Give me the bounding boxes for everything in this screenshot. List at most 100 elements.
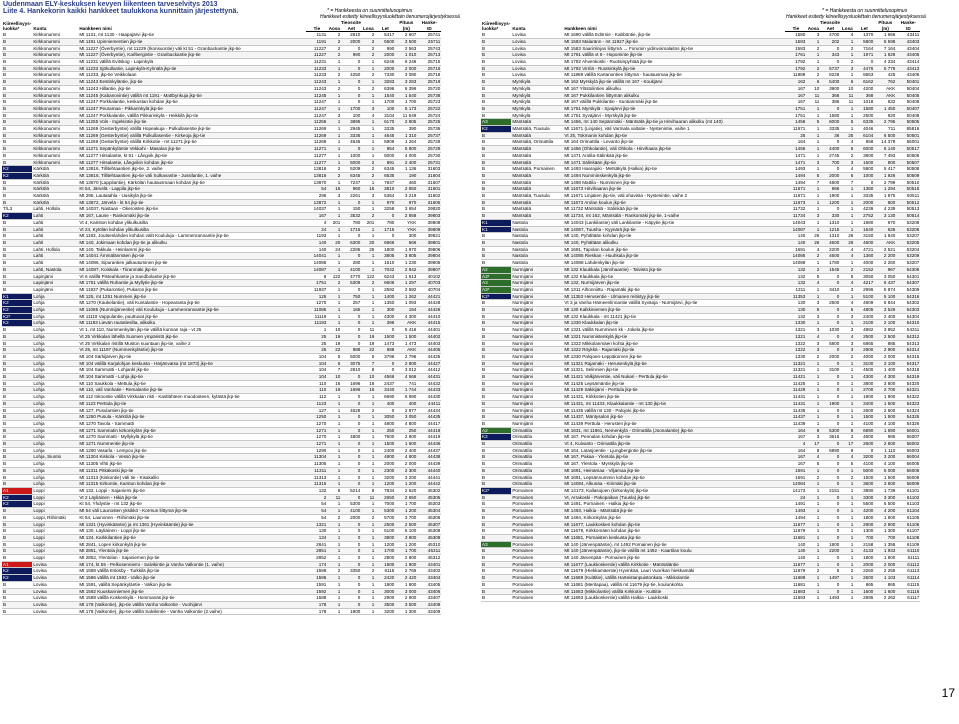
row-let: 3500: [375, 601, 396, 609]
row-class: A2: [481, 266, 512, 274]
row-municipality: Kärkölä: [32, 192, 79, 200]
row-aosa: 1: [806, 125, 821, 133]
row-road: 11243: [306, 78, 328, 86]
row-losa: 1: [361, 480, 376, 488]
table-row: B Myrskylä Mt 1751 Myrskylä - Sjvajärvi jk…: [481, 105, 921, 113]
table-row: A2 Orimattila Mt 1631, mt 11861, Nemenkylä…: [481, 427, 921, 435]
row-length: 1 700: [395, 98, 418, 106]
row-let: 990: [375, 45, 396, 53]
row-aet: 0: [820, 205, 841, 214]
row-losa: 1: [840, 71, 855, 80]
row-let: 4600: [854, 433, 875, 442]
row-road: 1471: [785, 152, 807, 160]
table-row: B Nurmijärvi Mt 11429 Säkkijärvi - Perttul…: [481, 386, 921, 395]
row-aosa: 5: [806, 306, 821, 314]
row-aet: 0: [820, 360, 841, 368]
row-road: 11269: [306, 138, 328, 147]
row-project-id: 25713: [417, 51, 442, 59]
row-project-id: 56007: [896, 433, 921, 442]
row-municipality: Lohja: [32, 293, 79, 301]
row-let: 7330: [375, 71, 396, 80]
row-aosa: 1: [327, 507, 342, 515]
row-aet: 0: [820, 554, 841, 562]
row-aosa: 1: [327, 500, 342, 509]
row-project-id: 61101: [896, 487, 921, 495]
row-aet: 5309: [341, 279, 362, 287]
row-aosa: 1: [327, 92, 342, 100]
row-project-id: 44419: [417, 433, 442, 442]
row-losa: 1: [361, 393, 376, 401]
row-aet: 368: [820, 92, 841, 100]
row-project-id: 54322: [896, 393, 921, 401]
row-road: 11313: [306, 474, 328, 482]
row-project-id: 31605: [417, 199, 442, 207]
row-let: 4239: [854, 205, 875, 214]
row-aosa: 1: [327, 521, 342, 529]
row-class: B: [2, 71, 33, 80]
row-aosa: 2: [806, 71, 821, 80]
row-class: B: [481, 65, 512, 73]
row-project-name: Mt 1322 Röykkä - Rajamäki jkp-tie: [563, 346, 786, 354]
row-let: 1360: [854, 252, 875, 261]
row-road: 1321: [306, 521, 328, 529]
table-row: B Lohja Mt 104 Sammatti - Lohja jkp-tie 104…: [2, 373, 442, 381]
row-losa: 1: [361, 400, 376, 408]
row-aosa: 26: [806, 239, 821, 247]
row-let: 6000: [854, 145, 875, 153]
row-aet: 0: [820, 105, 841, 113]
row-let: 891: [375, 159, 396, 167]
row-aosa: 4: [806, 453, 821, 462]
row-aosa: 1: [806, 514, 821, 522]
row-aet: 1715: [341, 226, 362, 234]
table-row: B Mäntsälä Mt 11732 Mäntsälä - Sälinkää jk…: [481, 205, 921, 214]
row-aet: 0: [820, 293, 841, 301]
row-project-id: 44440: [417, 467, 442, 475]
row-road: 14088: [785, 259, 807, 267]
row-aosa: 1: [806, 185, 821, 194]
row-project-id: 44427: [417, 360, 442, 368]
table-row: B Nastola Mt 14088 Lahdenkylän jkp-tie 1408…: [481, 259, 921, 267]
row-aosa: 1: [806, 293, 821, 301]
table-row: B Kirkkonummi Mt 11247 Peuramaa - Pikkarin…: [2, 105, 442, 113]
row-class: B: [481, 313, 512, 321]
row-road: 11937: [306, 286, 328, 294]
row-length: 5 416: [395, 326, 418, 334]
row-aosa: 3: [806, 31, 821, 39]
row-road: 1: [306, 326, 328, 334]
row-road: 132: [785, 273, 807, 281]
row-municipality: Nurmijärvi: [511, 373, 564, 381]
row-let: 0: [854, 179, 875, 187]
row-class: K2: [2, 165, 33, 173]
row-project-id: 54314: [896, 346, 921, 354]
row-project-id: 44439: [417, 460, 442, 468]
row-project-name: Mt 11277 Hirsalantie, kt 51 - Långvik jk…: [78, 152, 307, 160]
row-aet: 0: [341, 340, 362, 348]
row-aosa: 1: [806, 561, 821, 569]
row-aet: 2810: [341, 31, 362, 39]
row-road: 6: [306, 273, 328, 281]
row-aosa: 1: [327, 527, 342, 535]
row-project-name: Mt 11889 välillä Kartanontien liittymä -…: [563, 71, 786, 80]
row-project-name: Mt 1691, Lepsännummin kohdan jkp-tie: [563, 474, 786, 482]
row-project-name: Mt 110 Saukkola - Mettula jkp-tie: [78, 380, 307, 388]
row-losa: 2: [840, 152, 855, 160]
row-losa: 1: [361, 581, 376, 589]
row-losa: 3: [840, 433, 855, 442]
row-aet: 3615: [820, 433, 841, 442]
row-class: B: [2, 78, 33, 86]
row-municipality: Nastola: [511, 246, 564, 254]
table-row: B Nurmijärvi Mt 1321 välillä Numminen kk -…: [481, 326, 921, 334]
row-aet: 780: [341, 219, 362, 227]
row-project-name: Mt 14087, Koiskala - Tiiranmäki jkp-tie: [78, 266, 307, 274]
row-class: B: [481, 58, 512, 66]
row-losa: 1: [840, 212, 855, 220]
row-project-name: Mt 140, Jokimaan kohdan jkp-tie ja aliku…: [78, 239, 307, 247]
row-road: 11435: [785, 407, 807, 415]
table-row: B Pornainen Mt 11693 (Laukkoskentie) välil…: [481, 594, 921, 602]
row-project-id: 50505: [896, 118, 921, 127]
row-municipality: Myrskylä: [511, 92, 564, 100]
row-length: 1 900: [395, 561, 418, 569]
row-let: 780: [375, 219, 396, 227]
row-aet: 0: [341, 561, 362, 569]
row-losa: 1: [361, 65, 376, 73]
